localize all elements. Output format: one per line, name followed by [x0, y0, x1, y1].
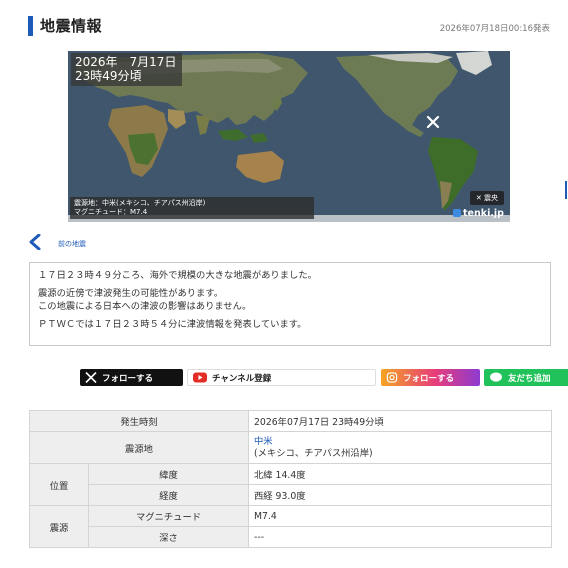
page-title: 地震情報 [40, 17, 103, 35]
longitude-value: 西経 93.0度 [248, 484, 552, 506]
time-value: 2026年07月17日 23時49分頃 [248, 410, 552, 432]
map-date: 2026年 7月17日 [75, 55, 177, 69]
map-time: 23時49分頃 [75, 69, 142, 83]
tenki-brand-text: tenki.jp [463, 208, 504, 219]
instagram-follow-label: フォローする [403, 373, 455, 384]
tenki-logo: tenki.jp [453, 208, 504, 219]
message-tsunami-possibility: 震源の近傍で津波発生の可能性があります。 [38, 288, 224, 299]
map-legend: ✕ 震央 [469, 191, 504, 205]
time-label: 発生時刻 [29, 410, 249, 432]
x-logo-icon [85, 372, 97, 383]
x-follow-button[interactable]: フォローする [80, 369, 183, 386]
earthquake-map: 2026年 7月17日 23時49分頃 震源地：中米(メキシコ、チアパス州沿岸)… [68, 51, 510, 222]
table-row: 位置 緯度 北緯 14.4度 [29, 463, 552, 506]
header-accent-bar [28, 16, 33, 36]
chevron-left-icon[interactable] [28, 234, 42, 250]
tenki-logo-icon [453, 209, 461, 217]
table-row: 震源 マグニチュード M7.4 [29, 505, 552, 548]
epicenter-value: 中米 (メキシコ、チアパス州沿岸) [248, 431, 552, 464]
legend-label: 震央 [484, 194, 498, 202]
instagram-logo-icon [386, 372, 398, 383]
table-row: 発生時刻 2026年07月17日 23時49分頃 [29, 410, 552, 432]
epicenter-label: 震源地 [29, 431, 249, 464]
latitude-value: 北緯 14.4度 [248, 463, 552, 485]
legend-x-icon: ✕ [475, 194, 482, 202]
scrollbar-thumb[interactable] [565, 181, 567, 199]
instagram-follow-button[interactable]: フォローする [381, 369, 480, 386]
depth-label: 深さ [88, 526, 249, 548]
line-add-friend-button[interactable]: 友だち追加 [484, 369, 568, 386]
message-japan-impact: この地震による日本への津波の影響はありません。 [38, 301, 252, 312]
prev-earthquake-label[interactable]: 前の地震 [58, 239, 86, 249]
epicenter-marker-icon [426, 115, 440, 129]
message-ptwc: ＰＴＷＣでは１７日２３時５４分に津波情報を発表しています。 [38, 319, 307, 330]
line-logo-icon [490, 372, 502, 382]
youtube-logo-icon [193, 372, 207, 383]
longitude-label: 経度 [88, 484, 249, 506]
table-row: 震源地 中米 (メキシコ、チアパス州沿岸) [29, 431, 552, 464]
tsunami-message-box: １７日２３時４９分ころ、海外で規模の大きな地震がありました。 震源の近傍で津波発… [29, 262, 551, 346]
map-epicenter-text: 震源地：中米(メキシコ、チアパス州沿岸) [74, 199, 206, 207]
epicenter-detail: (メキシコ、チアパス州沿岸) [254, 447, 373, 459]
depth-value: --- [248, 526, 552, 548]
table-row: 経度 西経 93.0度 [30, 484, 552, 506]
position-label: 位置 [29, 463, 89, 506]
latitude-label: 緯度 [88, 463, 249, 485]
magnitude-value: M7.4 [248, 505, 552, 527]
youtube-subscribe-label: チャンネル登録 [212, 373, 272, 384]
epicenter-link[interactable]: 中米 [254, 436, 273, 447]
issued-timestamp: 2026年07月18日00:16発表 [439, 24, 550, 34]
youtube-subscribe-button[interactable]: チャンネル登録 [187, 369, 376, 386]
x-follow-label: フォローする [102, 373, 154, 384]
map-magnitude-text: マグニチュード：M7.4 [74, 208, 148, 216]
message-summary: １７日２３時４９分ころ、海外で規模の大きな地震がありました。 [38, 270, 317, 281]
map-info-box: 震源地：中米(メキシコ、チアパス州沿岸) マグニチュード：M7.4 [70, 197, 314, 219]
table-row: 深さ --- [30, 526, 552, 548]
source-label: 震源 [29, 505, 89, 548]
earthquake-details-table: 発生時刻 2026年07月17日 23時49分頃 震源地 中米 (メキシコ、チア… [29, 410, 552, 548]
line-add-friend-label: 友だち追加 [508, 373, 551, 384]
magnitude-label: マグニチュード [88, 505, 249, 527]
map-date-overlay: 2026年 7月17日 23時49分頃 [71, 53, 183, 86]
page-header: 地震情報 2026年07月18日00:16発表 [28, 14, 552, 38]
